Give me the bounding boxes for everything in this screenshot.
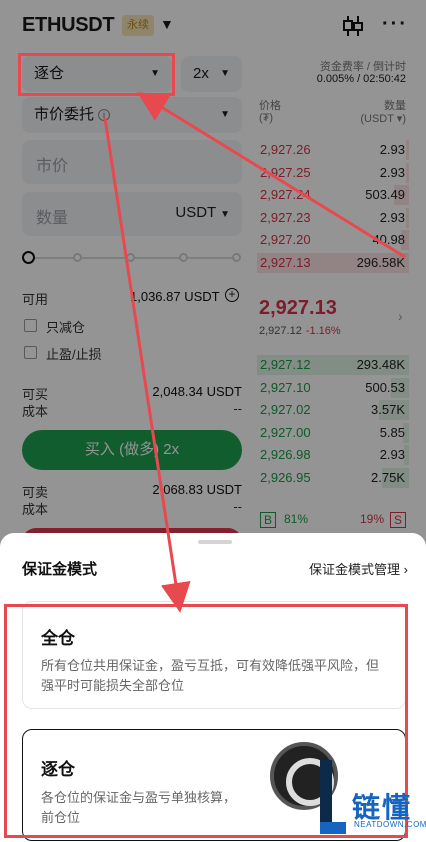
margin-mode-manage-link[interactable]: 保证金模式管理 › <box>309 559 408 578</box>
chevron-right-icon: › <box>403 562 408 577</box>
option-isolated-margin[interactable]: 逐仓 各仓位的保证金与盈亏单独核算， 前仓位 <box>22 729 406 841</box>
sheet-grab-handle[interactable] <box>198 540 232 544</box>
watermark-subtext: NEATDOWN.COM <box>354 820 426 829</box>
option-description: 所有仓位共用保证金，盈亏互抵，可有效降低强平风险，但强平时可能损失全部仓位 <box>41 658 380 693</box>
option-title: 逐仓 <box>41 760 75 779</box>
option-title: 全仓 <box>41 629 75 648</box>
watermark-logo-l <box>320 760 346 834</box>
option-cross-margin[interactable]: 全仓 所有仓位共用保证金，盈亏互抵，可有效降低强平风险，但强平时可能损失全部仓位 <box>22 601 406 709</box>
sheet-title: 保证金模式 <box>22 561 98 578</box>
manage-link-label: 保证金模式管理 <box>309 562 401 577</box>
